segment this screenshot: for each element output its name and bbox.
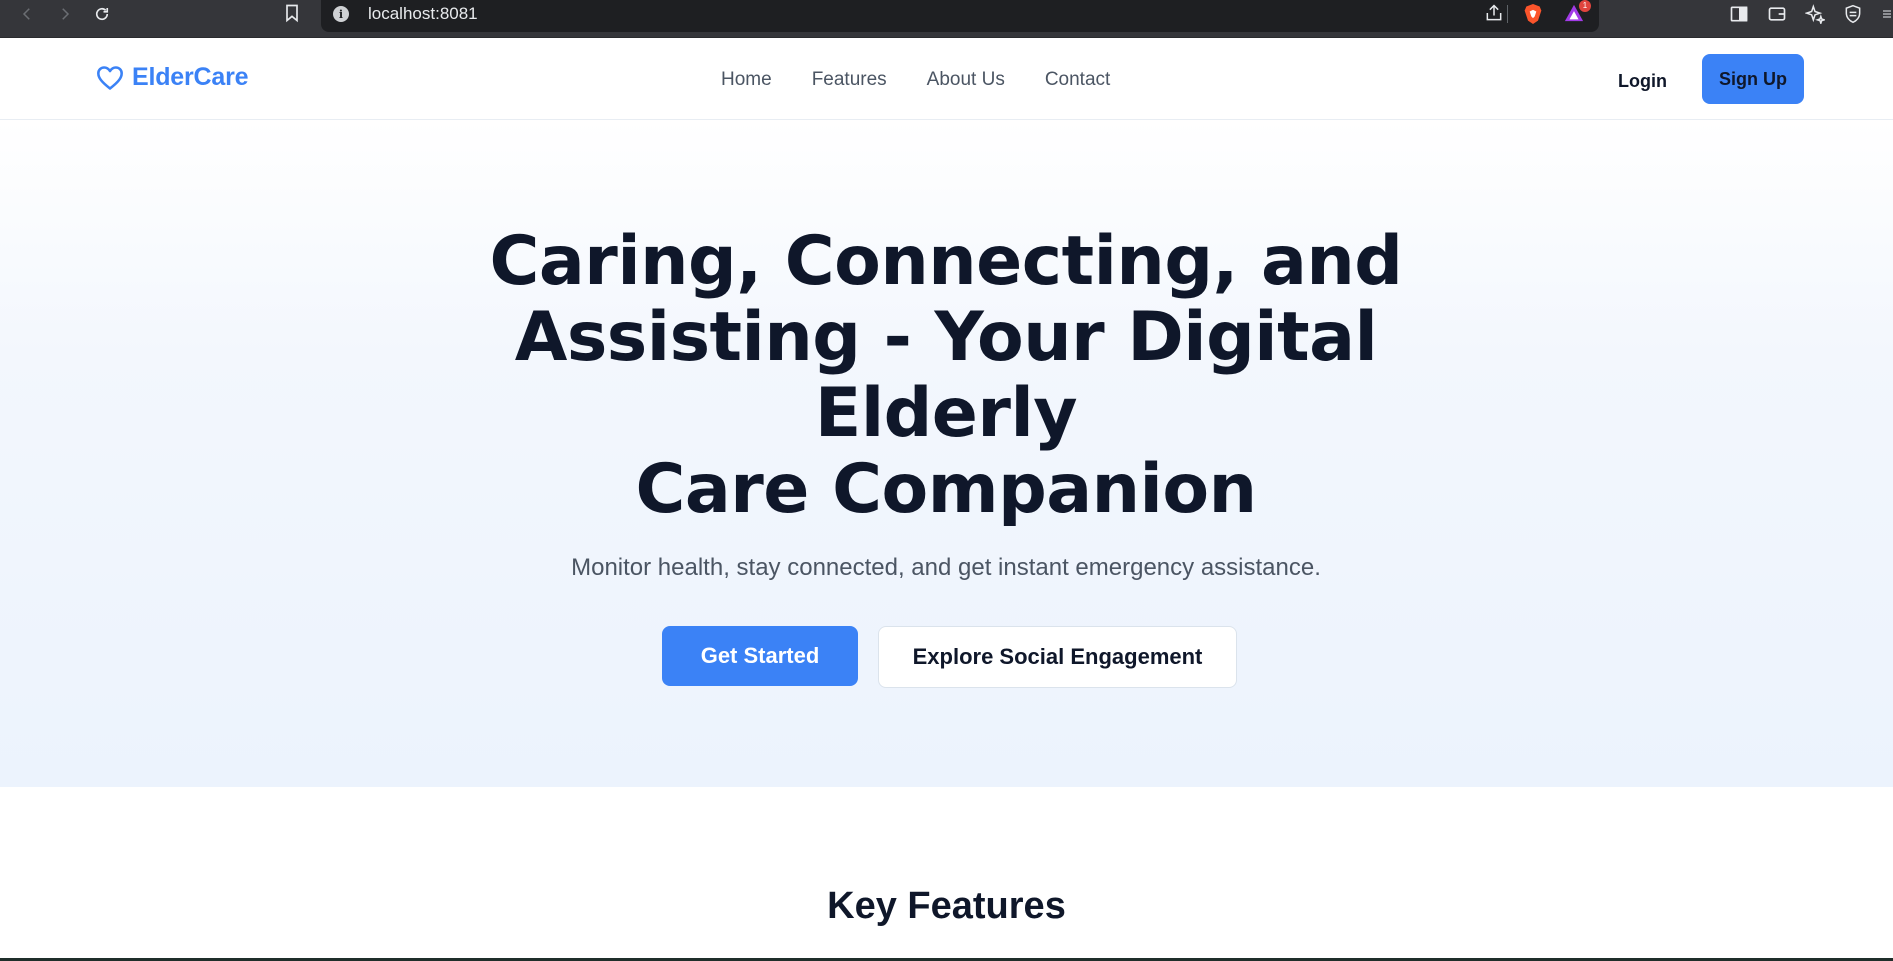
wallet-icon[interactable]	[1767, 4, 1787, 24]
hero-title-line: Caring, Connecting, and	[489, 222, 1403, 301]
rewards-badge: 1	[1579, 0, 1591, 12]
nav-home[interactable]: Home	[721, 69, 772, 91]
vpn-shield-icon[interactable]	[1843, 4, 1863, 24]
signup-button[interactable]: Sign Up	[1702, 54, 1804, 104]
share-icon[interactable]	[1484, 3, 1504, 23]
hero-title-line: Care Companion	[635, 450, 1257, 529]
key-features-heading: Key Features	[827, 885, 1066, 927]
brand-name: ElderCare	[132, 63, 249, 91]
sparkle-icon[interactable]	[1805, 4, 1825, 24]
reload-icon[interactable]	[91, 3, 113, 25]
site-header: ElderCare Home Features About Us Contact…	[0, 38, 1893, 120]
menu-icon[interactable]	[1881, 4, 1893, 24]
bookmark-icon[interactable]	[282, 3, 302, 23]
chevron-right-icon[interactable]	[54, 3, 76, 25]
get-started-button[interactable]: Get Started	[662, 626, 858, 686]
login-button[interactable]: Login	[1618, 71, 1667, 92]
hero-subtitle: Monitor health, stay connected, and get …	[571, 554, 1321, 581]
nav-contact[interactable]: Contact	[1045, 69, 1110, 91]
url-text[interactable]: localhost:8081	[368, 4, 478, 24]
info-icon[interactable]: i	[333, 6, 349, 22]
brave-shield-icon[interactable]	[1523, 3, 1543, 25]
browser-extensions	[1729, 3, 1893, 25]
hero-section: Caring, Connecting, and Assisting - Your…	[0, 120, 1893, 787]
address-bar[interactable]: i localhost:8081 1	[321, 0, 1599, 32]
hero-title-line: Assisting - Your Digital	[514, 298, 1378, 377]
browser-toolbar: i localhost:8081 1	[0, 0, 1893, 38]
rewards-triangle-icon[interactable]: 1	[1563, 0, 1591, 23]
hero-title: Caring, Connecting, and Assisting - Your…	[446, 224, 1446, 528]
main-nav: Home Features About Us Contact	[721, 69, 1110, 91]
divider	[1507, 5, 1508, 23]
chevron-left-icon[interactable]	[16, 3, 38, 25]
nav-about-us[interactable]: About Us	[927, 69, 1005, 91]
explore-social-engagement-button[interactable]: Explore Social Engagement	[878, 626, 1237, 688]
nav-features[interactable]: Features	[812, 69, 887, 91]
sidebar-icon[interactable]	[1729, 4, 1749, 24]
heart-icon	[97, 65, 123, 90]
brand-logo[interactable]: ElderCare	[96, 63, 249, 92]
hero-title-line: Elderly	[814, 374, 1078, 453]
